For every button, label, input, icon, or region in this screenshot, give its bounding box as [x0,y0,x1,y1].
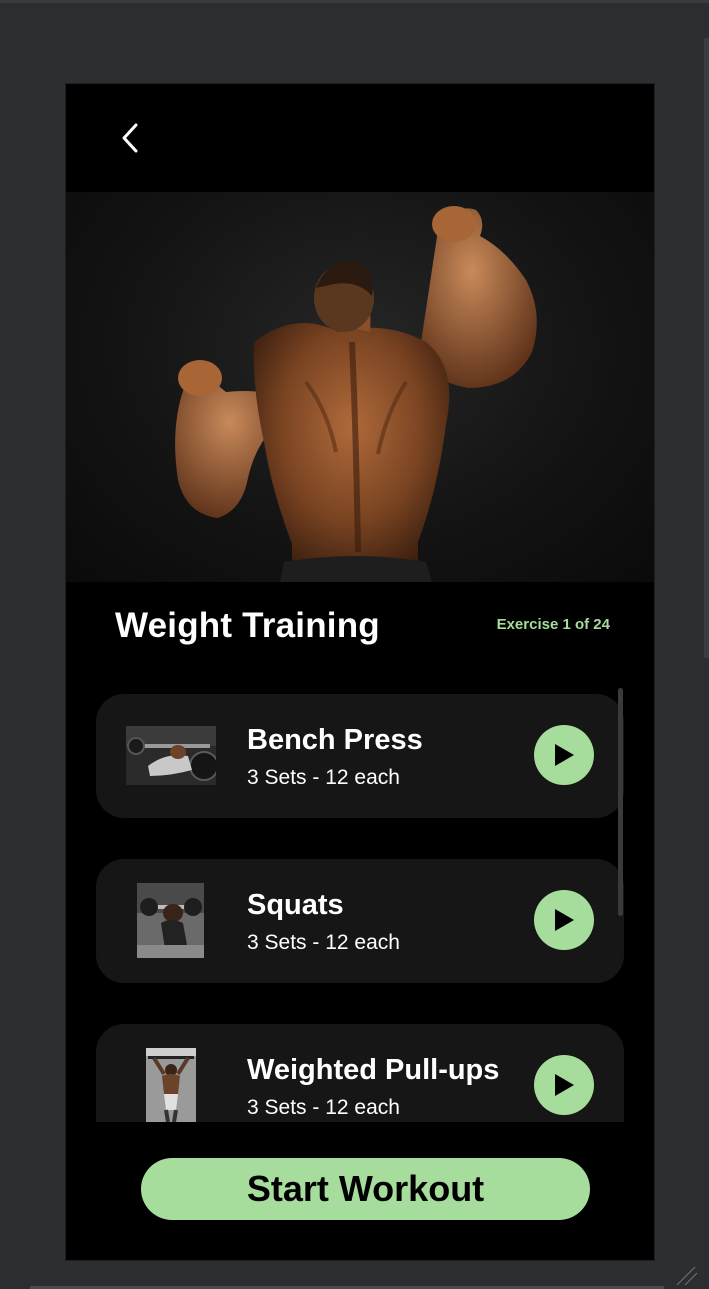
exercise-counter-text: Exercise 1 of 24 [496,616,610,633]
exercise-sets: 3 Sets - 12 each [247,766,400,789]
exercise-list[interactable]: Bench Press 3 Sets - 12 each Squats 3 Se… [96,692,624,1122]
exercise-sets: 3 Sets - 12 each [247,1096,400,1119]
phone-screen: Weight Training Exercise 1 of 24 Bench P… [66,84,654,1260]
bench-press-thumbnail [126,726,216,785]
list-scrollbar[interactable] [618,688,623,916]
exercise-card-bench-press[interactable]: Bench Press 3 Sets - 12 each [96,694,624,818]
page-title: Weight Training [115,606,380,645]
editor-scrollbar[interactable] [704,38,709,658]
play-icon [555,909,574,931]
hero-image [66,192,654,582]
exercise-counter: Exercise 1 of 24 [497,616,610,633]
exercise-name: Squats [247,889,344,921]
exercise-name: Bench Press [247,724,423,756]
play-button[interactable] [534,890,594,950]
resize-grip-icon[interactable] [673,1263,699,1287]
play-icon [555,1074,574,1096]
play-icon [555,744,574,766]
exercise-card-squats[interactable]: Squats 3 Sets - 12 each [96,859,624,983]
chevron-left-icon [122,123,138,153]
back-button[interactable] [114,118,146,158]
editor-top-border [0,0,709,3]
play-button[interactable] [534,725,594,785]
play-button[interactable] [534,1055,594,1115]
squats-thumbnail [137,883,204,958]
exercise-name: Weighted Pull-ups [247,1054,500,1086]
exercise-sets: 3 Sets - 12 each [247,931,400,954]
pull-ups-thumbnail [146,1048,196,1122]
exercise-card-weighted-pull-ups[interactable]: Weighted Pull-ups 3 Sets - 12 each [96,1024,624,1122]
start-workout-button[interactable]: Start Workout [141,1158,590,1220]
